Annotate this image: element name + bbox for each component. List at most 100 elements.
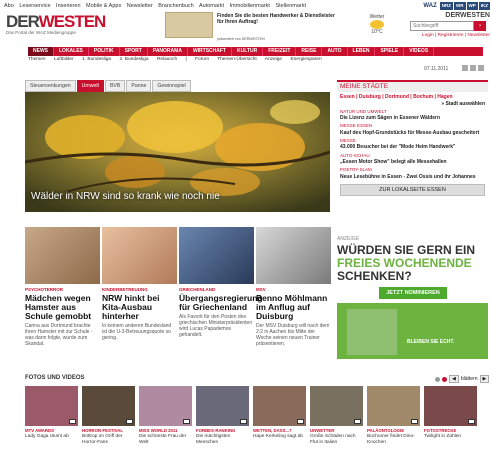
nav-freizeit[interactable]: FREIZEIT — [263, 47, 297, 56]
gallery-thumbnail — [139, 386, 192, 426]
brand-wr[interactable]: WR — [454, 2, 466, 10]
nav-leben[interactable]: LEBEN — [348, 47, 376, 56]
city-news-category: MESSE — [340, 138, 356, 144]
login-links[interactable]: Login | Registrieren | Newsletter — [410, 33, 490, 38]
tab-gewinnspiel[interactable]: Gewinnspiel — [152, 80, 191, 92]
nav-wirtschaft[interactable]: WIRTSCHAFT — [188, 47, 232, 56]
top-service-nav: Abo Leserservice Inserieren Mobile & App… — [4, 3, 310, 9]
site-logo[interactable]: DERWESTEN — [6, 12, 106, 31]
nav-auto[interactable]: AUTO — [322, 47, 348, 56]
browse-label[interactable]: blättern — [461, 376, 478, 382]
subnav-item[interactable]: Luftbilder — [54, 57, 74, 62]
gallery-dot[interactable] — [435, 376, 440, 382]
subnav-item[interactable]: 2. Bundesliga — [119, 57, 148, 62]
cities-list[interactable]: Essen | Duisburg | Dortmund | Bochum | H… — [337, 92, 488, 100]
subnav-divider: | — [185, 57, 187, 62]
gallery-thumbnail — [82, 386, 135, 426]
advertisement[interactable]: ANZEIGE WÜRDEN SIE GERN EIN FREIES WOCHE… — [337, 236, 488, 366]
next-arrow-icon[interactable]: ▶ — [479, 375, 490, 383]
subnav-item[interactable]: Relaunch — [157, 57, 177, 62]
teaser-title[interactable]: Mädchen wegen Hamster aus Schule gemobbt — [25, 294, 100, 321]
topnav-stellenmarkt[interactable]: Stellenmarkt — [275, 3, 306, 9]
subnav-item[interactable]: Themen-Übersicht — [217, 57, 256, 62]
subnav-item[interactable]: Energiesparen — [290, 57, 321, 62]
city-news-title[interactable]: Kauf des Hopf-Grundstücks für Messe-Ausb… — [337, 130, 488, 136]
subnav-item: Anzeige — [264, 57, 283, 62]
ad-headline: WÜRDEN SIE GERN EIN FREIES WOCHENENDE SC… — [337, 244, 488, 283]
tab-panne[interactable]: Panne — [126, 80, 152, 92]
photo-gallery-item[interactable]: FOTOSTRECKE Twilight in Zahlen — [424, 386, 477, 440]
topnav-mobile[interactable]: Mobile & Apps — [86, 3, 121, 9]
nav-lokales[interactable]: LOKALES — [54, 47, 89, 56]
photo-gallery-item[interactable]: WETTEN, DASS...? Hape Kerkeling sagt ab — [253, 386, 306, 440]
camera-icon — [183, 419, 190, 424]
teaser-title[interactable]: Übergangsregierung für Griechenland — [179, 294, 263, 312]
photo-gallery-item[interactable]: FORBES-RANKING Die mächtigsten Menschen — [196, 386, 249, 445]
prev-arrow-icon[interactable]: ◀ — [449, 375, 459, 383]
topnav-abo[interactable]: Abo — [4, 3, 14, 9]
nav-spiele[interactable]: SPIELE — [375, 47, 405, 56]
print-icon[interactable] — [462, 65, 468, 71]
nav-reise[interactable]: REISE — [296, 47, 323, 56]
teaser[interactable]: MSV Benno Möhlmann im Anflug auf Duisbur… — [256, 227, 331, 347]
teaser-text: In keinem anderen Bundesland ist die U-3… — [102, 323, 172, 341]
moehlmann-photo — [256, 227, 331, 284]
topnav-immobilienmarkt[interactable]: Immobilienmarkt — [230, 3, 270, 9]
weather-widget[interactable]: Wetter 10°C — [357, 14, 397, 46]
brand-nrz[interactable]: NRZ — [439, 2, 453, 10]
rss-icon[interactable] — [470, 65, 476, 71]
ad-headline-green: FREIES WOCHENENDE — [337, 256, 472, 270]
photo-gallery-item[interactable]: MISS WORLD 2011 Die schönste Frau der We… — [139, 386, 192, 445]
photos-heading: FOTOS UND VIDEOS — [25, 375, 85, 381]
teaser[interactable]: GRIECHENLAND Übergangsregierung für Grie… — [179, 227, 263, 338]
brand-waz[interactable]: WAZ — [421, 2, 439, 10]
ad-text: Finden Sie die besten Handwerker & Diens… — [217, 13, 335, 25]
nav-videos[interactable]: VIDEOS — [404, 47, 435, 56]
nav-news[interactable]: NEWS — [28, 47, 54, 56]
gallery-title: Die schönste Frau der Welt — [139, 433, 187, 445]
search-input[interactable] — [410, 21, 474, 31]
nav-sport[interactable]: SPORT — [120, 47, 148, 56]
header-ad-banner[interactable]: Finden Sie die besten Handwerker & Diens… — [165, 12, 335, 44]
header-right: WAZ NRZ WR WP IKZ DERWESTEN › Login | Re… — [410, 2, 490, 38]
tab-bvb[interactable]: BVB — [104, 80, 126, 92]
subnav-item[interactable]: 1. Bundesliga — [82, 57, 111, 62]
tab-umwelt[interactable]: Umwelt — [76, 80, 104, 92]
nominate-button[interactable]: JETZT NOMINIEREN — [379, 287, 447, 299]
mail-icon[interactable] — [478, 65, 484, 71]
teaser-title[interactable]: Benno Möhlmann im Anflug auf Duisburg — [256, 294, 331, 321]
teaser[interactable]: PSYCHOTERROR Mädchen wegen Hamster aus S… — [25, 227, 100, 347]
topnav-automarkt[interactable]: Automarkt — [199, 3, 224, 9]
topnav-inserieren[interactable]: Inserieren — [56, 3, 80, 9]
topnav-branchenbuch[interactable]: Branchenbuch — [158, 3, 193, 9]
topnav-newsletter[interactable]: Newsletter — [127, 3, 153, 9]
photo-gallery-item[interactable]: MTV AWARDS Lady Gaga räumt ab — [25, 386, 78, 440]
camera-icon — [240, 419, 247, 424]
nav-politik[interactable]: POLITIK — [89, 47, 120, 56]
topnav-leserservice[interactable]: Leserservice — [19, 3, 50, 9]
subnav-item[interactable]: Forum — [195, 57, 209, 62]
brand-wp[interactable]: WP — [466, 2, 478, 10]
photo-gallery-item[interactable]: HORROR-FESTIVAL Bottrop im Griff der Hor… — [82, 386, 135, 445]
gallery-thumbnail — [25, 386, 78, 426]
ad-small: präsentiert von DERWESTEN — [217, 37, 265, 41]
gallery-title: Hape Kerkeling sagt ab — [253, 433, 303, 439]
hero-caption[interactable]: Wälder in NRW sind so krank wie noch nie — [31, 191, 220, 202]
brand-ikz[interactable]: IKZ — [478, 2, 490, 10]
local-page-button[interactable]: ZUR LOKALSEITE ESSEN — [340, 183, 485, 197]
nav-panorama[interactable]: PANORAMA — [148, 47, 188, 56]
city-news-title[interactable]: Neue Lesebühne in Essen - Zwei Ossis und… — [337, 174, 488, 180]
gallery-dot-active[interactable] — [442, 376, 447, 382]
nav-kultur[interactable]: KULTUR — [232, 47, 264, 56]
photo-gallery-item[interactable]: PALÄONTOLOGIE Bochumer findet Dino-Knoch… — [367, 386, 420, 445]
teaser-text: Carina aus Dortmund brachte ihren Hamste… — [25, 323, 93, 347]
logo-der: DER — [6, 12, 40, 31]
teaser[interactable]: KINDERBETREUUNG NRW hinkt bei Kita-Ausba… — [102, 227, 177, 341]
teaser-title[interactable]: NRW hinkt bei Kita-Ausbau hinterher — [102, 294, 177, 321]
city-news-category: POETRY-SLAM — [340, 167, 372, 173]
building-graphic — [347, 309, 397, 355]
tab-steuersenkungen[interactable]: Steuersenkungen — [25, 80, 76, 92]
photo-gallery-item[interactable]: UNWETTER Große Schäden nach Flut in Ital… — [310, 386, 363, 445]
city-news-category: NATUR UND UMWELT — [340, 108, 387, 114]
search-button[interactable]: › — [474, 21, 486, 31]
